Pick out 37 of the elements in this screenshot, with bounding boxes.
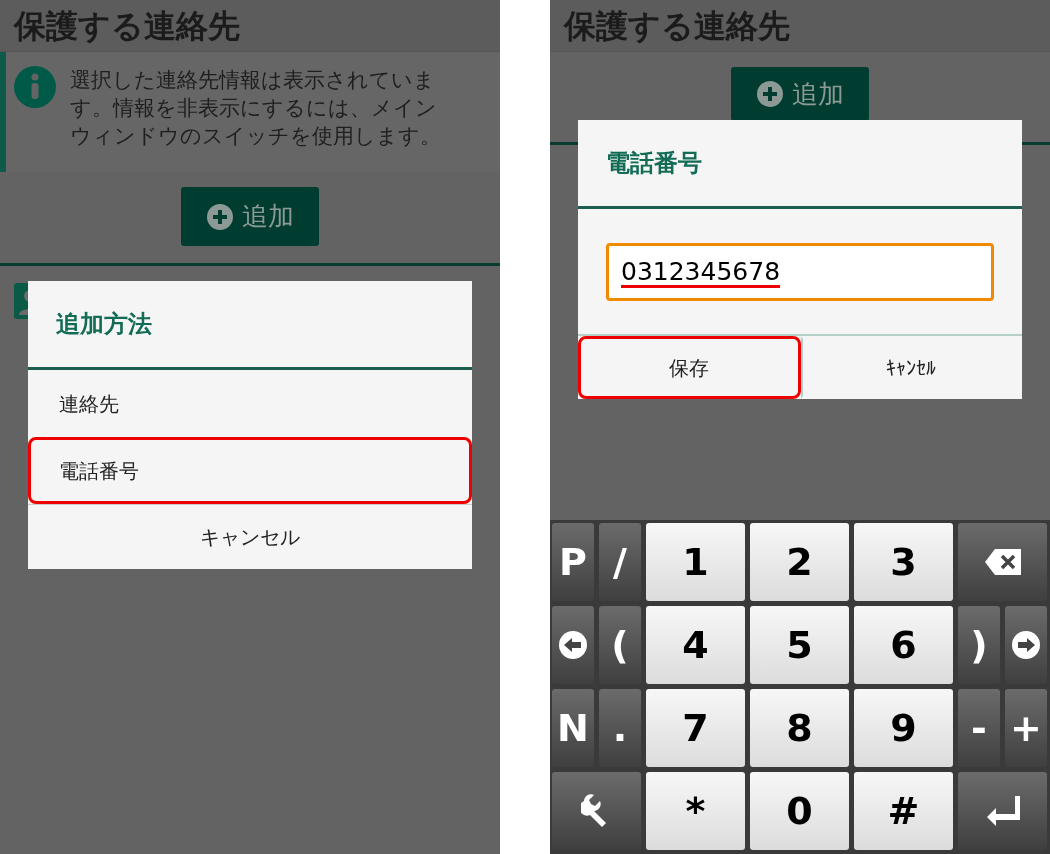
keyboard-key[interactable]: 0: [750, 772, 849, 850]
add-button[interactable]: 追加: [181, 187, 319, 246]
keyboard-key[interactable]: [552, 772, 641, 850]
keyboard-key[interactable]: [552, 606, 594, 684]
save-button[interactable]: 保存: [578, 336, 801, 399]
phone-input-field[interactable]: 0312345678: [606, 242, 994, 301]
plus-icon: [756, 80, 784, 108]
keyboard-key[interactable]: [1005, 606, 1047, 684]
keyboard-key[interactable]: *: [646, 772, 745, 850]
keyboard-key[interactable]: #: [854, 772, 953, 850]
info-text: 選択した連絡先情報は表示されています。情報を非表示にするには、メインウィンドウのスイッチを使用します。: [70, 67, 442, 150]
keyboard-key[interactable]: 5: [750, 606, 849, 684]
keyboard-key[interactable]: (: [599, 606, 641, 684]
add-button[interactable]: 追加: [731, 67, 869, 121]
keyboard-key[interactable]: P: [552, 523, 594, 601]
keyboard-key[interactable]: 1: [646, 523, 745, 601]
keyboard-key[interactable]: 2: [750, 523, 849, 601]
keyboard-key[interactable]: [958, 772, 1047, 850]
screen-title: 保護する連絡先: [0, 0, 500, 52]
keyboard-key[interactable]: .: [599, 689, 641, 767]
keyboard-key[interactable]: 3: [854, 523, 953, 601]
keyboard-key[interactable]: 7: [646, 689, 745, 767]
backspace-icon: [982, 547, 1023, 577]
keyboard-key[interactable]: 4: [646, 606, 745, 684]
keyboard-key[interactable]: [958, 523, 1047, 601]
keyboard-key[interactable]: ): [958, 606, 1000, 684]
menu-item[interactable]: 電話番号: [28, 437, 472, 504]
keyboard-key[interactable]: 6: [854, 606, 953, 684]
keyboard-key[interactable]: -: [958, 689, 1000, 767]
plus-icon: [206, 202, 234, 231]
screen-title: 保護する連絡先: [550, 0, 1050, 52]
info-icon: [14, 66, 56, 108]
keyboard-key[interactable]: 9: [854, 689, 953, 767]
keyboard-key[interactable]: 8: [750, 689, 849, 767]
keyboard-key[interactable]: /: [599, 523, 641, 601]
keyboard-key[interactable]: N: [552, 689, 594, 767]
keyboard-key[interactable]: +: [1005, 689, 1047, 767]
